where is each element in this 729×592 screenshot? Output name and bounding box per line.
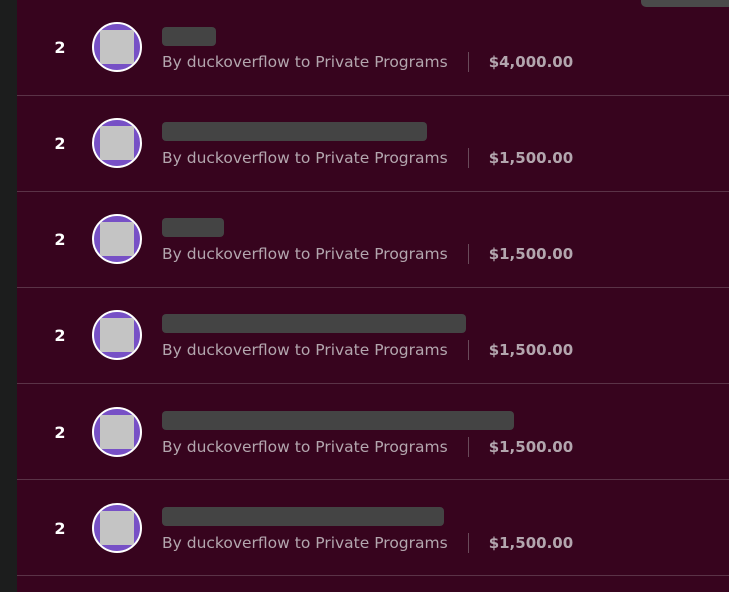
avatar[interactable] xyxy=(92,407,142,457)
list-item[interactable]: 2 By duckoverflow to Private Programs $1… xyxy=(17,288,729,384)
report-meta: By duckoverflow to Private Programs $1,5… xyxy=(162,436,573,458)
report-byline: By duckoverflow to Private Programs xyxy=(162,341,448,359)
report-byline: By duckoverflow to Private Programs xyxy=(162,534,448,552)
divider xyxy=(467,340,469,360)
report-byline: By duckoverflow to Private Programs xyxy=(162,53,448,71)
avatar-placeholder-image xyxy=(100,415,134,449)
avatar[interactable] xyxy=(92,310,142,360)
report-list: 2 By duckoverflow to Private Programs $4… xyxy=(17,0,729,592)
report-meta: By duckoverflow to Private Programs $1,5… xyxy=(162,147,573,169)
avatar-placeholder-image xyxy=(100,30,134,64)
redacted-report-title xyxy=(162,218,224,237)
avatar-placeholder-image xyxy=(100,222,134,256)
report-meta: By duckoverflow to Private Programs $4,0… xyxy=(162,51,573,73)
bounty-amount: $1,500.00 xyxy=(488,341,574,359)
redacted-report-title xyxy=(162,27,216,46)
redacted-report-title xyxy=(162,411,514,430)
report-meta: By duckoverflow to Private Programs $1,5… xyxy=(162,339,573,361)
divider xyxy=(467,52,469,72)
redacted-report-title xyxy=(162,507,444,526)
bounty-amount: $4,000.00 xyxy=(488,53,574,71)
report-meta: By duckoverflow to Private Programs $1,5… xyxy=(162,532,573,554)
redacted-report-title xyxy=(162,314,466,333)
list-item[interactable]: 2 By duckoverflow to Private Programs $4… xyxy=(17,0,729,96)
rank-number: 2 xyxy=(54,230,66,249)
rank-number: 2 xyxy=(54,326,66,345)
bounty-amount: $1,500.00 xyxy=(488,438,574,456)
rank-number: 2 xyxy=(54,423,66,442)
avatar-placeholder-image xyxy=(100,318,134,352)
report-byline: By duckoverflow to Private Programs xyxy=(162,438,448,456)
rank-number: 2 xyxy=(54,519,66,538)
divider xyxy=(467,533,469,553)
rank-number: 2 xyxy=(54,38,66,57)
left-gutter xyxy=(0,0,18,592)
list-item[interactable]: 2 By duckoverflow to Private Programs $1… xyxy=(17,96,729,192)
avatar-placeholder-image xyxy=(100,126,134,160)
divider xyxy=(467,244,469,264)
avatar[interactable] xyxy=(92,214,142,264)
divider xyxy=(467,148,469,168)
avatar[interactable] xyxy=(92,118,142,168)
bounty-amount: $1,500.00 xyxy=(488,149,574,167)
avatar[interactable] xyxy=(92,503,142,553)
list-item[interactable]: 2 By duckoverflow to Private Programs $1… xyxy=(17,192,729,288)
report-meta: By duckoverflow to Private Programs $1,5… xyxy=(162,243,573,265)
avatar-placeholder-image xyxy=(100,511,134,545)
rank-number: 2 xyxy=(54,134,66,153)
list-item[interactable]: 2 By duckoverflow to Private Programs $1… xyxy=(17,480,729,576)
bounty-amount: $1,500.00 xyxy=(488,534,574,552)
avatar[interactable] xyxy=(92,22,142,72)
report-byline: By duckoverflow to Private Programs xyxy=(162,149,448,167)
list-item[interactable]: 2 By duckoverflow to Private Programs $1… xyxy=(17,384,729,480)
divider xyxy=(467,437,469,457)
bounty-amount: $1,500.00 xyxy=(488,245,574,263)
report-byline: By duckoverflow to Private Programs xyxy=(162,245,448,263)
redacted-report-title xyxy=(162,122,427,141)
